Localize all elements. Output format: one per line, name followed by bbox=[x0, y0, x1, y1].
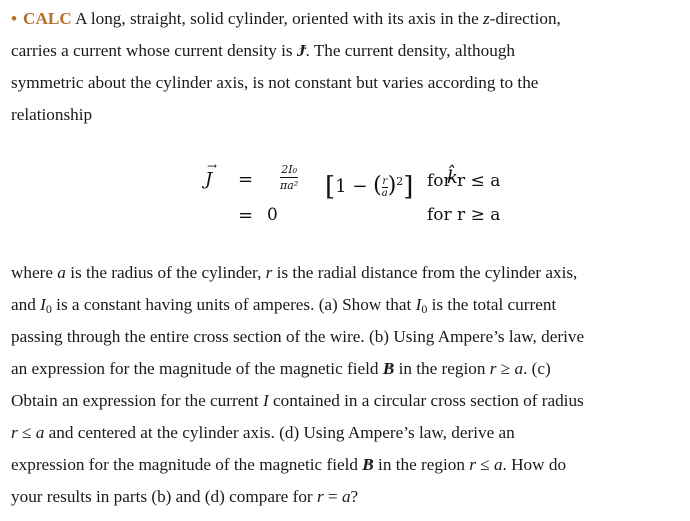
body-line-4: an expression for the magnitude of the m… bbox=[11, 353, 687, 385]
condition-text: for r ≥ a bbox=[427, 205, 501, 225]
text: is the radial distance from the cylinder… bbox=[272, 263, 578, 282]
body-line-8: your results in parts (b) and (d) compar… bbox=[11, 481, 687, 513]
text: carries a current whose current density … bbox=[11, 41, 297, 60]
zero-value: 0 bbox=[267, 205, 278, 225]
math-le: ≤ bbox=[17, 423, 36, 442]
text: is the total current bbox=[427, 295, 557, 314]
body-line-6: r ≤ a and centered at the cylinder axis.… bbox=[11, 417, 687, 449]
problem-intro: • CALC A long, straight, solid cylinder, … bbox=[11, 3, 687, 131]
math-ge: ≥ bbox=[496, 359, 515, 378]
condition-1: for r ≤ a bbox=[427, 163, 527, 199]
vector-B: → B bbox=[362, 453, 374, 474]
math-a: a bbox=[341, 487, 351, 506]
intro-line-2: carries a current whose current density … bbox=[11, 35, 687, 67]
math-z: z bbox=[483, 9, 490, 28]
math-r: r bbox=[469, 455, 476, 474]
vector-B: → B bbox=[383, 357, 395, 378]
text: is the radius of the cylinder, bbox=[65, 263, 266, 282]
vector-arrow-icon: → bbox=[296, 39, 309, 53]
text: expression for the magnitude of the magn… bbox=[11, 455, 363, 474]
denominator: πa² bbox=[280, 179, 299, 192]
body-line-3: passing through the entire cross section… bbox=[11, 327, 585, 346]
intro-line-3: symmetric about the cylinder axis, is no… bbox=[11, 73, 539, 92]
text: . How do bbox=[502, 455, 567, 474]
text: an expression for the magnitude of the m… bbox=[11, 359, 383, 378]
coefficient-fraction: 2I₀ πa² bbox=[280, 163, 299, 192]
text: . The current density, although bbox=[305, 41, 516, 60]
text: -direction, bbox=[489, 9, 561, 28]
math-le: ≤ bbox=[475, 455, 494, 474]
intro-line-1: • CALC A long, straight, solid cylinder, … bbox=[11, 3, 687, 35]
text: ? bbox=[350, 487, 359, 506]
body-line-7: expression for the magnitude of the magn… bbox=[11, 449, 687, 481]
condition-text: for r ≤ a bbox=[427, 171, 501, 191]
text: and centered at the cylinder axis. (d) U… bbox=[44, 423, 515, 442]
text: in the region bbox=[373, 455, 470, 474]
text: your results in parts (b) and (d) compar… bbox=[11, 487, 317, 506]
intro-line-4: relationship bbox=[11, 105, 93, 124]
text: and bbox=[11, 295, 41, 314]
right-bracket: ] bbox=[403, 172, 414, 202]
left-bracket: [ bbox=[325, 172, 336, 202]
math-a: a bbox=[493, 455, 503, 474]
text: Obtain an expression for the current bbox=[11, 391, 263, 410]
equation-row-2: = 0 for r ≥ a bbox=[205, 199, 535, 235]
equals-sign: = bbox=[238, 169, 254, 190]
text: A long, straight, solid cylinder, orient… bbox=[71, 9, 484, 28]
body-line-2: and I0 is a constant having units of amp… bbox=[11, 289, 687, 321]
vector-arrow-icon: → bbox=[382, 357, 395, 371]
vector-arrow-icon: → bbox=[207, 159, 218, 173]
bracket-expression: [1 − (r a)2] bbox=[325, 172, 414, 202]
equals-sign: = bbox=[238, 205, 254, 226]
numerator: 2I₀ bbox=[280, 163, 299, 178]
text: . (c) bbox=[523, 359, 551, 378]
text: contained in a circular cross section of… bbox=[268, 391, 584, 410]
text: is a constant having units of amperes. (… bbox=[51, 295, 416, 314]
body-line-1: where a is the radius of the cylinder, r… bbox=[11, 257, 687, 289]
math-a: a bbox=[514, 359, 524, 378]
math-r: r bbox=[11, 423, 18, 442]
vector-J: → J bbox=[297, 39, 309, 60]
calc-tag: CALC bbox=[23, 9, 72, 28]
text: in the region bbox=[394, 359, 490, 378]
problem-body: where a is the radius of the cylinder, r… bbox=[11, 257, 687, 513]
lhs-vector-J: → J bbox=[205, 159, 217, 190]
math-r: r bbox=[316, 487, 324, 506]
body-line-5: Obtain an expression for the current I c… bbox=[11, 385, 687, 417]
bullet-icon: • bbox=[11, 9, 18, 28]
math-eq: = bbox=[323, 487, 342, 506]
text: where bbox=[11, 263, 58, 282]
math-a: a bbox=[57, 263, 66, 282]
vector-arrow-icon: → bbox=[362, 453, 375, 467]
